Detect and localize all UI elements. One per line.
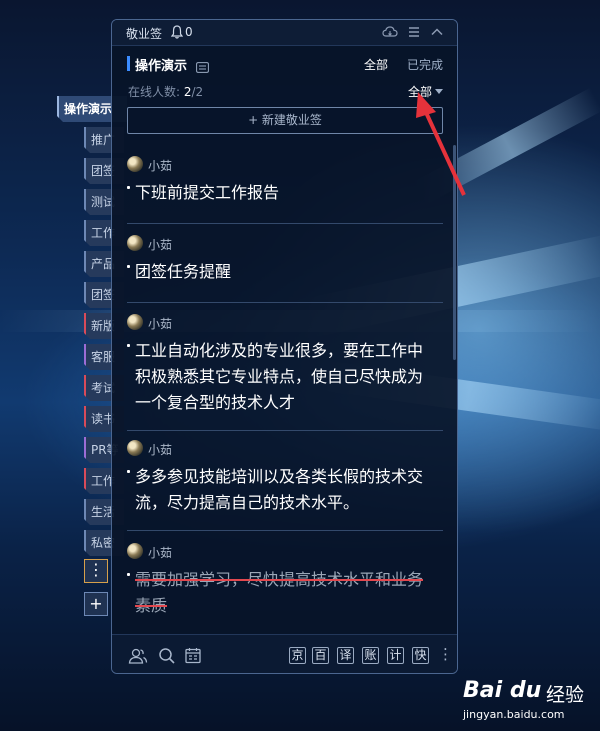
filter-done-tab[interactable]: 已完成 — [407, 56, 443, 73]
collapse-icon[interactable] — [430, 24, 444, 43]
online-label: 在线人数: — [128, 85, 181, 99]
baidu-logo: Bai du — [463, 678, 542, 703]
group-header: 操作演示 全部 已完成 — [112, 53, 457, 75]
note-text[interactable]: 多多参见技能培训以及各类长假的技术交流，尽力提高自己的技术水平。 — [135, 464, 435, 516]
toolbar-button[interactable]: 百 — [312, 647, 329, 664]
group-title[interactable]: 操作演示 — [135, 55, 187, 74]
bullet-icon — [127, 470, 130, 473]
avatar — [127, 440, 143, 456]
note-divider — [127, 430, 443, 431]
members-icon[interactable] — [128, 647, 148, 669]
app-name: 敬业签 — [126, 27, 163, 41]
avatar — [127, 314, 143, 330]
bottom-toolbar: 京 百 译 账 计 快 ⋮ — [112, 634, 457, 673]
title-bar: 敬业签 0 — [112, 20, 457, 46]
note-text[interactable]: 工业自动化涉及的专业很多，要在工作中积极熟悉其它专业特点，使自己尽快成为一个复合… — [135, 338, 435, 416]
note-divider — [127, 530, 443, 531]
search-icon[interactable] — [158, 647, 176, 669]
note-author: 小茹 — [148, 238, 173, 252]
side-more-button[interactable]: ⋮ — [84, 559, 108, 583]
avatar — [127, 156, 143, 172]
toolbar-button[interactable]: 计 — [387, 647, 404, 664]
avatar — [127, 235, 143, 251]
accent-bar — [127, 56, 130, 71]
toolbar-button[interactable]: 账 — [362, 647, 379, 664]
cloud-sync-icon[interactable] — [382, 24, 398, 43]
online-status: 在线人数: 2/2 — [128, 83, 203, 100]
online-count: 2 — [183, 85, 192, 99]
filter-all-tab[interactable]: 全部 — [364, 56, 388, 73]
notification-count: 0 — [185, 25, 193, 39]
online-total: /2 — [191, 85, 204, 99]
note-divider — [127, 223, 443, 224]
bullet-icon — [127, 186, 130, 189]
note-panel: 敬业签 0 操作演示 全部 已完成 在线人数: 2/2 全部 + 新建敬业签 小… — [111, 19, 458, 674]
avatar — [127, 543, 143, 559]
note-author: 小茹 — [148, 317, 173, 331]
toolbar-button[interactable]: 京 — [289, 647, 306, 664]
watermark-text: 经验 — [546, 684, 585, 706]
bullet-icon — [127, 344, 130, 347]
side-add-button[interactable]: + — [84, 592, 108, 616]
watermark: Bai du 经验 jingyan.baidu.com — [463, 664, 598, 724]
toolbar-button[interactable]: 译 — [337, 647, 354, 664]
annotation-arrow — [416, 92, 466, 196]
new-note-button[interactable]: + 新建敬业签 — [127, 107, 443, 134]
note-author: 小茹 — [148, 443, 173, 457]
bell-icon[interactable] — [170, 24, 184, 43]
note-text[interactable]: 需要加强学习，尽快提高技术水平和业务素质 — [135, 567, 435, 619]
more-options-icon[interactable]: ⋮ — [438, 645, 453, 663]
note-text[interactable]: 下班前提交工作报告 — [135, 180, 435, 206]
calendar-icon[interactable] — [185, 647, 201, 668]
toolbar-button[interactable]: 快 — [412, 647, 429, 664]
note-text[interactable]: 团签任务提醒 — [135, 259, 435, 285]
bullet-icon — [127, 573, 130, 576]
menu-icon[interactable] — [407, 24, 421, 43]
note-author: 小茹 — [148, 546, 173, 560]
note-author: 小茹 — [148, 159, 173, 173]
bullet-icon — [127, 265, 130, 268]
note-divider — [127, 302, 443, 303]
watermark-url: jingyan.baidu.com — [463, 708, 565, 721]
note-detail-icon[interactable] — [196, 58, 209, 77]
